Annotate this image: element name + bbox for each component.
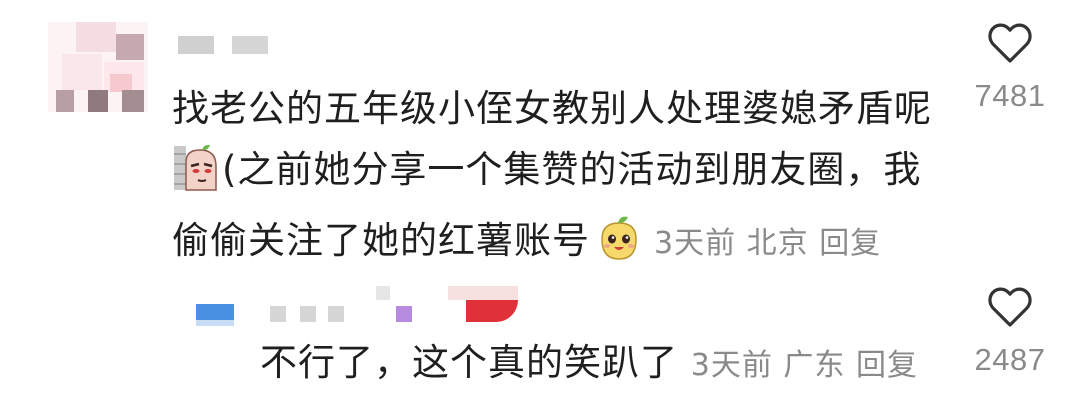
comment-location: 北京 — [746, 226, 809, 261]
comment-reply-button[interactable]: 回复 — [819, 226, 881, 261]
reply-location: 广东 — [783, 348, 846, 383]
smiling-potato-emoji — [594, 213, 644, 281]
reply-content: 不行了，这个真的笑趴了 — [260, 341, 678, 384]
peeking-potato-emoji — [172, 142, 222, 210]
comment-line-3: 偷偷关注了她的红薯账号 3天前 北京 回复 — [172, 210, 962, 281]
reply-meta: 3天前 广东 回复 — [691, 348, 918, 383]
comment-line-1: 找老公的五年级小侄女教别人处理婆媳矛盾呢 — [172, 87, 932, 130]
reply-text: 不行了，这个真的笑趴了 3天前 广东 回复 — [260, 338, 960, 391]
reply-time: 3天前 — [690, 348, 773, 383]
comment-like-count: 7481 — [974, 78, 1046, 113]
reply-username[interactable] — [196, 286, 526, 326]
comment-time: 3天前 — [654, 226, 737, 261]
comment-line-3-text: 偷偷关注了她的红薯账号 — [172, 219, 590, 262]
comment-text: 找老公的五年级小侄女教别人处理婆媳矛盾呢 (之前她分享一个集赞的活动到朋友圈，我… — [172, 78, 962, 281]
comment-meta: 3天前 北京 回复 — [654, 226, 881, 261]
comment-line-2-text: (之前她分享一个集赞的活动到朋友圈，我 — [222, 148, 922, 191]
comment-like-button[interactable]: 7481 — [960, 22, 1060, 114]
username[interactable] — [178, 36, 270, 54]
avatar[interactable] — [48, 22, 148, 112]
heart-outline-icon[interactable] — [960, 22, 1060, 64]
reply-reply-button[interactable]: 回复 — [856, 348, 918, 383]
reply-like-button[interactable]: 2487 — [960, 286, 1060, 378]
comment-line-2: (之前她分享一个集赞的活动到朋友圈，我 — [172, 139, 962, 210]
reply-like-count: 2487 — [974, 342, 1046, 377]
heart-outline-icon[interactable] — [960, 286, 1060, 328]
